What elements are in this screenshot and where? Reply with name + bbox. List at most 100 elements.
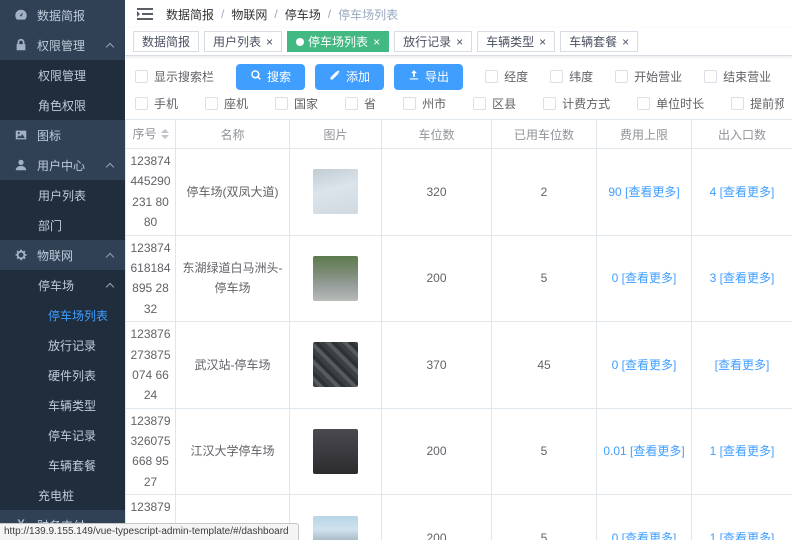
parking-thumbnail[interactable]	[313, 169, 358, 214]
checkbox-icon[interactable]	[615, 70, 628, 83]
cell-spots: 320	[382, 149, 492, 236]
export-button[interactable]: 导出	[394, 64, 463, 90]
tab-车辆类型[interactable]: 车辆类型 ×	[477, 31, 555, 52]
fee-view-more-link[interactable]: 0 [查看更多]	[612, 358, 677, 372]
checkbox-label: 结束营业	[723, 68, 771, 85]
filter-checkbox-省[interactable]: 省	[345, 95, 376, 112]
sidebar-item-department[interactable]: 部门	[0, 210, 125, 240]
sidebar-item-permission[interactable]: 权限管理	[0, 30, 125, 60]
filter-checkbox-单位时长[interactable]: 单位时长	[637, 95, 704, 112]
cell-id: 123874618184895 2832	[126, 235, 176, 322]
cell-id: 123876273875074 6624	[126, 322, 176, 409]
tab-数据简报[interactable]: 数据简报	[133, 31, 199, 52]
sidebar-item-parking-records[interactable]: 停车记录	[0, 420, 125, 450]
tab-车辆套餐[interactable]: 车辆套餐×	[560, 31, 638, 52]
sidebar-item-charging-pile[interactable]: 充电桩	[0, 480, 125, 510]
tab-close-icon[interactable]: ×	[456, 36, 463, 48]
fee-view-more-link[interactable]: 0 [查看更多]	[612, 531, 677, 540]
status-bar-url: http://139.9.155.149/vue-typescript-admi…	[0, 523, 299, 540]
checkbox-icon[interactable]	[135, 97, 148, 110]
tab-放行记录[interactable]: 放行记录 ×	[394, 31, 472, 52]
add-button[interactable]: 添加	[315, 64, 384, 90]
tab-label: 车辆类型	[486, 33, 534, 50]
tab-label: 放行记录	[403, 33, 451, 50]
filter-checkbox-经度[interactable]: 经度	[485, 68, 528, 85]
column-header-label: 出入口数	[718, 128, 766, 142]
filter-checkbox-开始营业[interactable]: 开始营业	[615, 68, 682, 85]
column-header-label: 序号	[132, 127, 156, 141]
checkbox-icon[interactable]	[205, 97, 218, 110]
main-area: 数据简报/物联网/停车场/停车场列表 数据简报用户列表×停车场列表×放行记录×车…	[125, 0, 792, 540]
checkbox-icon[interactable]	[550, 70, 563, 83]
column-header-序号[interactable]: 序号	[126, 120, 176, 149]
fee-view-more-link[interactable]: 0.01 [查看更多]	[603, 444, 684, 458]
entrances-view-more-link[interactable]: 3 [查看更多]	[710, 271, 775, 285]
filter-checkbox-座机[interactable]: 座机	[205, 95, 248, 112]
checkbox-icon[interactable]	[275, 97, 288, 110]
sidebar-item-permission-mgmt[interactable]: 权限管理	[0, 60, 125, 90]
checkbox-icon[interactable]	[637, 97, 650, 110]
sidebar-item-label: 图标	[37, 127, 61, 144]
sidebar-item-user-center[interactable]: 用户中心	[0, 150, 125, 180]
parking-thumbnail[interactable]	[313, 342, 358, 387]
checkbox-icon[interactable]	[403, 97, 416, 110]
tab-close-icon[interactable]: ×	[539, 36, 546, 48]
checkbox-icon[interactable]	[345, 97, 358, 110]
column-header-label: 车位数	[418, 128, 454, 142]
cell-spots: 200	[382, 408, 492, 495]
sidebar-item-vehicle-package[interactable]: 车辆套餐	[0, 450, 125, 480]
filter-checkbox-纬度[interactable]: 纬度	[550, 68, 593, 85]
sidebar-item-icons[interactable]: 图标	[0, 120, 125, 150]
sort-carets-icon[interactable]	[161, 125, 169, 143]
checkbox-icon[interactable]	[135, 70, 148, 83]
filter-checkbox-显示搜索栏[interactable]: 显示搜索栏	[135, 68, 214, 85]
checkbox-label: 省	[364, 95, 376, 112]
sidebar-item-user-list[interactable]: 用户列表	[0, 180, 125, 210]
breadcrumb-item[interactable]: 停车场	[285, 6, 321, 23]
checkbox-label: 开始营业	[634, 68, 682, 85]
sidebar-item-vehicle-type[interactable]: 车辆类型	[0, 390, 125, 420]
tab-停车场列表[interactable]: 停车场列表 ×	[287, 31, 389, 52]
parking-table: 序号名称图片车位数已用车位数费用上限出入口数 123874445290231 8…	[125, 119, 792, 540]
tab-用户列表[interactable]: 用户列表×	[204, 31, 282, 52]
sidebar-item-dashboard[interactable]: 数据简报	[0, 0, 125, 30]
filter-checkbox-区县[interactable]: 区县	[473, 95, 516, 112]
entrances-view-more-link[interactable]: 4 [查看更多]	[710, 185, 775, 199]
filter-checkbox-州市[interactable]: 州市	[403, 95, 446, 112]
cell-used-spots: 5	[492, 495, 597, 540]
sidebar-item-parking-list[interactable]: 停车场列表	[0, 300, 125, 330]
entrances-view-more-link[interactable]: [查看更多]	[715, 358, 770, 372]
filter-checkbox-结束营业[interactable]: 结束营业	[704, 68, 771, 85]
breadcrumb-item[interactable]: 数据简报	[166, 6, 214, 23]
sidebar-item-hardware-list[interactable]: 硬件列表	[0, 360, 125, 390]
sidebar-item-pass-records[interactable]: 放行记录	[0, 330, 125, 360]
hamburger-icon[interactable]	[137, 7, 153, 21]
checkbox-icon[interactable]	[543, 97, 556, 110]
entrances-view-more-link[interactable]: 1 [查看更多]	[710, 531, 775, 540]
checkbox-icon[interactable]	[704, 70, 717, 83]
search-button[interactable]: 搜索	[236, 64, 305, 90]
sidebar-item-iot[interactable]: 物联网	[0, 240, 125, 270]
fee-view-more-link[interactable]: 0 [查看更多]	[612, 271, 677, 285]
sidebar-item-label: 停车场	[38, 277, 74, 294]
parking-thumbnail[interactable]	[313, 516, 358, 540]
breadcrumb-item[interactable]: 物联网	[231, 6, 267, 23]
filter-checkbox-计费方式[interactable]: 计费方式	[543, 95, 610, 112]
gear-icon	[13, 248, 28, 263]
filter-checkbox-提前预约最小时间[interactable]: 提前预约最小时间	[731, 95, 784, 112]
checkbox-icon[interactable]	[473, 97, 486, 110]
entrances-view-more-link[interactable]: 1 [查看更多]	[710, 444, 775, 458]
tab-close-icon[interactable]: ×	[266, 36, 273, 48]
sidebar-item-role-permission[interactable]: 角色权限	[0, 90, 125, 120]
parking-thumbnail[interactable]	[313, 256, 358, 301]
tab-label: 停车场列表	[308, 33, 368, 50]
fee-view-more-link[interactable]: 90 [查看更多]	[608, 185, 679, 199]
checkbox-icon[interactable]	[485, 70, 498, 83]
filter-checkbox-手机[interactable]: 手机	[135, 95, 178, 112]
checkbox-icon[interactable]	[731, 97, 744, 110]
tab-close-icon[interactable]: ×	[622, 36, 629, 48]
sidebar-item-parking[interactable]: 停车场	[0, 270, 125, 300]
tab-close-icon[interactable]: ×	[373, 36, 380, 48]
parking-thumbnail[interactable]	[313, 429, 358, 474]
filter-checkbox-国家[interactable]: 国家	[275, 95, 318, 112]
